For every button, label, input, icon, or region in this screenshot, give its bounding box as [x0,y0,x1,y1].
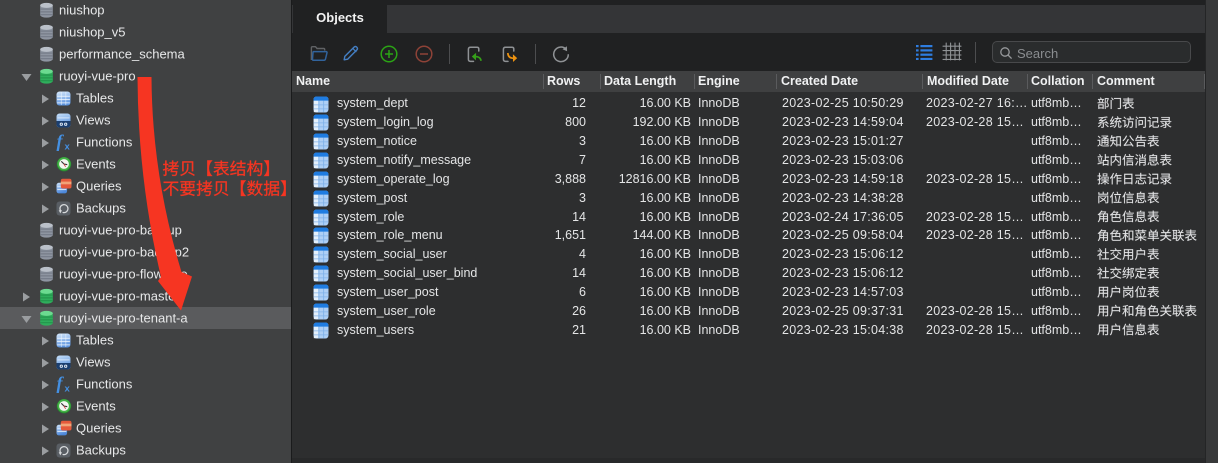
svg-text:f: f [57,374,65,393]
svg-text:x: x [65,384,71,394]
svg-text:f: f [57,132,65,151]
svg-text:x: x [65,142,71,152]
